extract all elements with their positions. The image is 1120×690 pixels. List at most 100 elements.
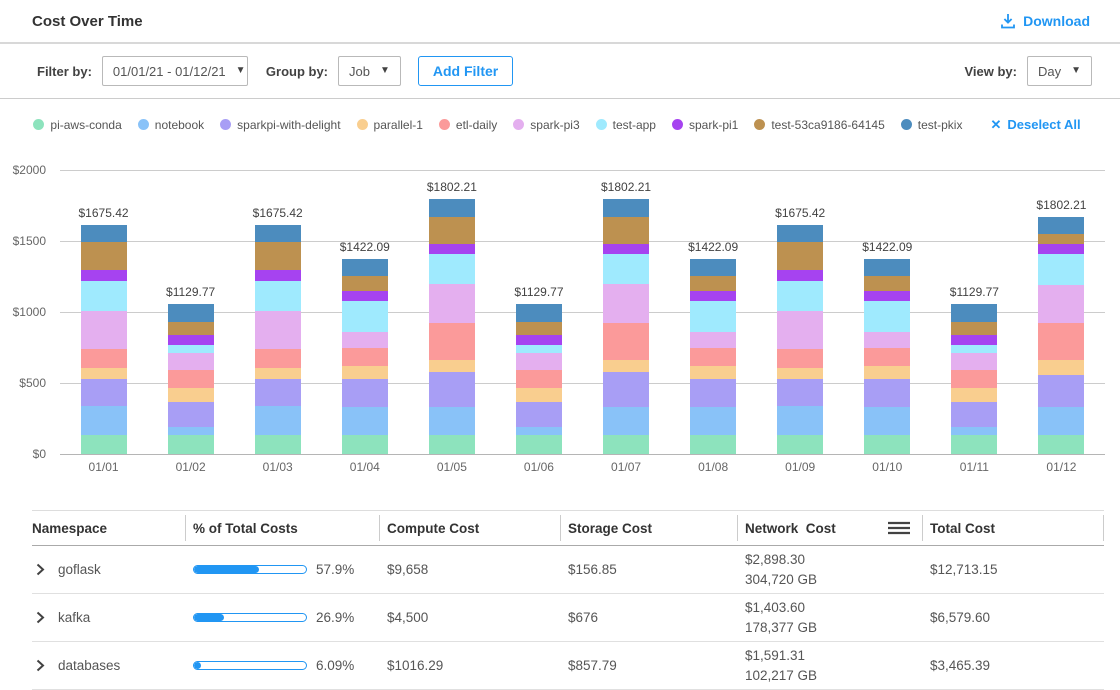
legend-item-spark-pi1[interactable]: spark-pi1	[672, 118, 738, 132]
bar-segment-parallel-1[interactable]	[603, 360, 649, 372]
expand-row-icon[interactable]	[36, 563, 45, 576]
bar-segment-spark-pi3[interactable]	[255, 311, 301, 350]
bar-segment-notebook[interactable]	[864, 407, 910, 436]
bar-segment-etl-daily[interactable]	[603, 323, 649, 360]
stacked-bar-01/12[interactable]	[1038, 217, 1084, 454]
legend-item-test-app[interactable]: test-app	[596, 118, 656, 132]
bar-segment-notebook[interactable]	[168, 427, 214, 435]
stacked-bar-01/09[interactable]	[777, 225, 823, 454]
bar-segment-test-app[interactable]	[603, 254, 649, 284]
bar-segment-spark-pi1[interactable]	[429, 244, 475, 255]
bar-segment-test-53ca9186-64145[interactable]	[516, 322, 562, 336]
expand-row-icon[interactable]	[36, 659, 45, 672]
column-header-storage-cost[interactable]: Storage Cost	[560, 511, 737, 545]
bar-segment-test-pkix[interactable]	[168, 304, 214, 321]
bar-segment-sparkpi-with-delight[interactable]	[603, 372, 649, 406]
bar-segment-notebook[interactable]	[342, 407, 388, 436]
add-filter-button[interactable]: Add Filter	[418, 56, 513, 86]
bar-segment-sparkpi-with-delight[interactable]	[951, 402, 997, 427]
bar-segment-spark-pi1[interactable]	[168, 335, 214, 345]
bar-segment-etl-daily[interactable]	[81, 349, 127, 367]
stacked-bar-01/03[interactable]	[255, 225, 301, 454]
bar-segment-test-53ca9186-64145[interactable]	[690, 276, 736, 290]
stacked-bar-01/06[interactable]	[516, 304, 562, 454]
bar-segment-parallel-1[interactable]	[168, 388, 214, 402]
bar-segment-pi-aws-conda[interactable]	[342, 435, 388, 454]
bar-segment-notebook[interactable]	[951, 427, 997, 435]
bar-segment-spark-pi3[interactable]	[1038, 285, 1084, 323]
deselect-all-button[interactable]: ✕ Deselect All	[984, 116, 1086, 134]
bar-segment-parallel-1[interactable]	[1038, 360, 1084, 375]
bar-segment-parallel-1[interactable]	[690, 366, 736, 378]
legend-item-notebook[interactable]: notebook	[138, 118, 204, 132]
bar-segment-etl-daily[interactable]	[1038, 323, 1084, 360]
column-header-percent-of-total-costs[interactable]: % of Total Costs	[185, 511, 379, 545]
bar-segment-test-53ca9186-64145[interactable]	[255, 242, 301, 270]
bar-segment-parallel-1[interactable]	[777, 368, 823, 380]
table-row-databases[interactable]: databases6.09%$1016.29$857.79$1,591.3110…	[32, 642, 1104, 690]
bar-segment-sparkpi-with-delight[interactable]	[168, 402, 214, 427]
bar-segment-pi-aws-conda[interactable]	[168, 435, 214, 454]
table-row-kafka[interactable]: kafka26.9%$4,500$676$1,403.60178,377 GB$…	[32, 594, 1104, 642]
bar-segment-test-app[interactable]	[342, 301, 388, 332]
bar-segment-test-app[interactable]	[429, 254, 475, 284]
bar-segment-spark-pi3[interactable]	[951, 353, 997, 370]
legend-item-spark-pi3[interactable]: spark-pi3	[513, 118, 579, 132]
bar-segment-spark-pi3[interactable]	[864, 332, 910, 348]
bar-segment-spark-pi3[interactable]	[516, 353, 562, 370]
bar-segment-spark-pi1[interactable]	[81, 270, 127, 281]
bar-segment-notebook[interactable]	[255, 406, 301, 435]
bar-segment-test-pkix[interactable]	[342, 259, 388, 276]
bar-segment-sparkpi-with-delight[interactable]	[864, 379, 910, 407]
bar-segment-spark-pi3[interactable]	[777, 311, 823, 350]
bar-segment-test-pkix[interactable]	[603, 199, 649, 217]
stacked-bar-01/11[interactable]	[951, 304, 997, 454]
expand-row-icon[interactable]	[36, 611, 45, 624]
bar-segment-pi-aws-conda[interactable]	[690, 435, 736, 454]
bar-segment-spark-pi1[interactable]	[342, 291, 388, 302]
bar-segment-etl-daily[interactable]	[429, 323, 475, 360]
bar-segment-pi-aws-conda[interactable]	[864, 435, 910, 454]
bar-segment-notebook[interactable]	[690, 407, 736, 436]
bar-segment-sparkpi-with-delight[interactable]	[429, 372, 475, 406]
stacked-bar-01/07[interactable]	[603, 199, 649, 454]
column-header-compute-cost[interactable]: Compute Cost	[379, 511, 560, 545]
bar-segment-test-53ca9186-64145[interactable]	[429, 217, 475, 244]
group-by-select[interactable]: Job ▼	[338, 56, 401, 86]
bar-segment-parallel-1[interactable]	[864, 366, 910, 378]
bar-segment-notebook[interactable]	[603, 407, 649, 435]
download-button[interactable]: Download	[994, 12, 1096, 30]
bar-segment-etl-daily[interactable]	[690, 348, 736, 366]
bar-segment-test-53ca9186-64145[interactable]	[342, 276, 388, 290]
bar-segment-pi-aws-conda[interactable]	[255, 435, 301, 454]
menu-icon[interactable]	[888, 521, 910, 535]
bar-segment-test-app[interactable]	[255, 281, 301, 311]
stacked-bar-01/01[interactable]	[81, 225, 127, 454]
bar-segment-test-53ca9186-64145[interactable]	[951, 322, 997, 336]
bar-segment-sparkpi-with-delight[interactable]	[342, 379, 388, 407]
bar-segment-notebook[interactable]	[1038, 407, 1084, 436]
legend-item-etl-daily[interactable]: etl-daily	[439, 118, 497, 132]
bar-segment-etl-daily[interactable]	[864, 348, 910, 366]
bar-segment-etl-daily[interactable]	[777, 349, 823, 367]
bar-segment-test-53ca9186-64145[interactable]	[777, 242, 823, 270]
bar-segment-parallel-1[interactable]	[81, 368, 127, 380]
bar-segment-test-pkix[interactable]	[951, 304, 997, 321]
bar-segment-spark-pi1[interactable]	[951, 335, 997, 345]
legend-item-test-pkix[interactable]: test-pkix	[901, 118, 963, 132]
bar-segment-pi-aws-conda[interactable]	[1038, 435, 1084, 454]
legend-item-parallel-1[interactable]: parallel-1	[357, 118, 423, 132]
bar-segment-pi-aws-conda[interactable]	[951, 435, 997, 454]
bar-segment-spark-pi1[interactable]	[516, 335, 562, 345]
bar-segment-spark-pi3[interactable]	[168, 353, 214, 370]
bar-segment-test-pkix[interactable]	[429, 199, 475, 217]
bar-segment-test-pkix[interactable]	[255, 225, 301, 242]
bar-segment-pi-aws-conda[interactable]	[603, 435, 649, 454]
bar-segment-etl-daily[interactable]	[951, 370, 997, 388]
column-header-total-cost[interactable]: Total Cost	[922, 511, 1104, 545]
stacked-bar-01/10[interactable]	[864, 259, 910, 454]
bar-segment-etl-daily[interactable]	[342, 348, 388, 366]
bar-segment-test-pkix[interactable]	[516, 304, 562, 321]
bar-segment-parallel-1[interactable]	[255, 368, 301, 380]
bar-segment-test-pkix[interactable]	[777, 225, 823, 242]
